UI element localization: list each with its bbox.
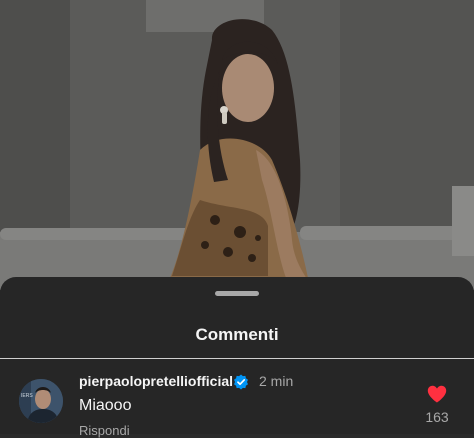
avatar-image: IERS xyxy=(19,379,63,423)
comments-sheet: Commenti IERS pierpaolopretelliofficial … xyxy=(0,277,474,438)
divider xyxy=(0,358,474,359)
avatar[interactable]: IERS xyxy=(19,379,63,423)
reply-button[interactable]: Rispondi xyxy=(79,423,130,438)
sheet-drag-handle[interactable] xyxy=(215,291,259,296)
post-photo xyxy=(0,0,474,290)
verified-badge-icon xyxy=(234,374,248,390)
comment-text: Miaooo xyxy=(79,397,132,414)
like-count: 163 xyxy=(425,409,449,425)
comment-timestamp: 2 min xyxy=(259,373,294,389)
heart-icon[interactable] xyxy=(427,385,447,403)
photo-illustration xyxy=(0,0,474,290)
comment-username[interactable]: pierpaolopretelliofficial xyxy=(79,373,233,389)
sheet-title: Commenti xyxy=(195,325,279,344)
svg-text:IERS: IERS xyxy=(21,393,33,399)
